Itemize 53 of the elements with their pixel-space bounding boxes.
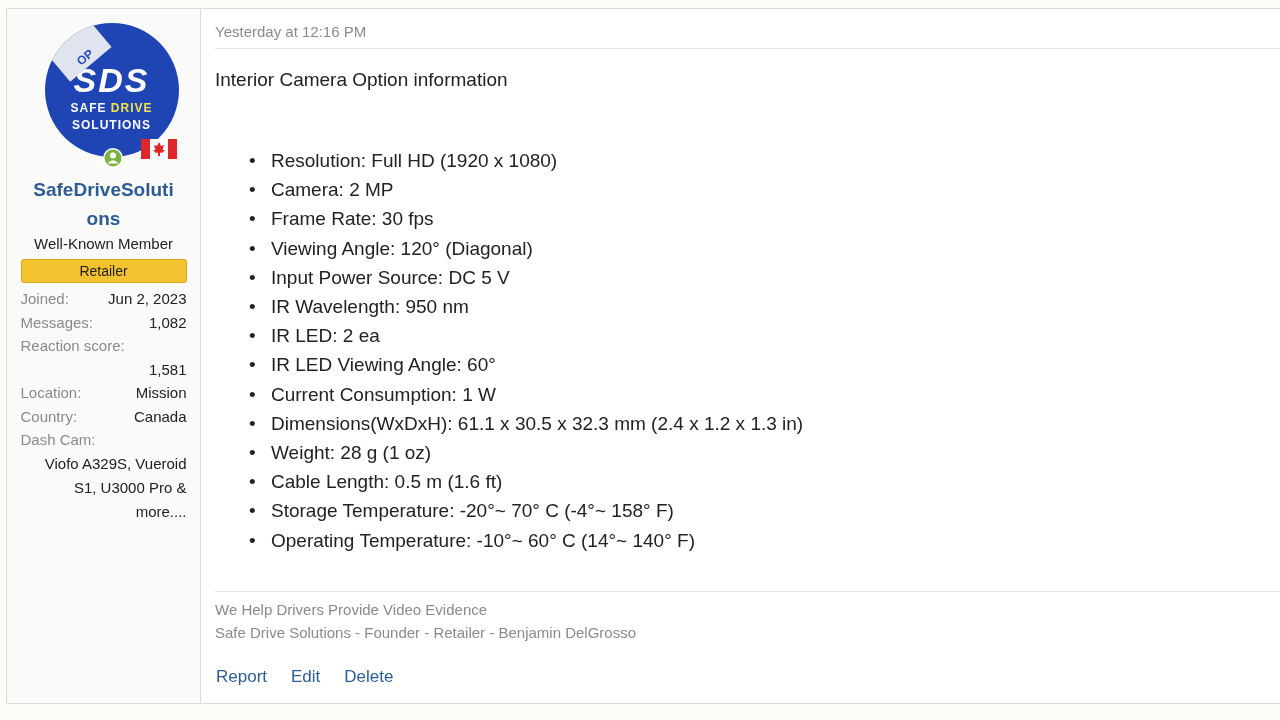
- action-link[interactable]: Delete: [340, 664, 398, 689]
- stat-label: Country:: [20, 406, 78, 427]
- spec-item: Current Consumption: 1 W: [271, 382, 496, 407]
- spec-item: Resolution: Full HD (1920 x 1080): [271, 149, 558, 173]
- bullet: •: [249, 265, 257, 290]
- stat-value: 1,082: [148, 312, 187, 333]
- spec-item: IR LED: 2 ea: [271, 324, 380, 349]
- post-heading: Interior Camera Option information: [215, 69, 509, 91]
- bullet: •: [249, 382, 257, 407]
- spec-item: Input Power Source: DC 5 V: [271, 265, 510, 290]
- spec-item: Operating Temperature: -10°~ 60° C (14°~ 140° F): [271, 528, 695, 553]
- spec-item: Frame Rate: 30 fps: [271, 207, 434, 232]
- logo-text: SAFE DRIVE: [70, 99, 153, 117]
- stat-label: Messages:: [20, 312, 94, 333]
- spec-item: IR Wavelength: 950 nm: [271, 295, 469, 319]
- stat-value: Canada: [133, 406, 187, 427]
- spec-item: Weight: 28 g (1 oz): [271, 441, 432, 466]
- bullet: •: [249, 149, 257, 173]
- spec-item: Camera: 2 MP: [271, 178, 394, 203]
- stat-value: Jun 2, 2023: [108, 289, 187, 309]
- stat-value: Mission: [135, 383, 187, 403]
- bullet: •: [249, 178, 257, 203]
- user-banner: Retailer: [20, 259, 187, 283]
- spec-item: IR LED Viewing Angle: 60°: [271, 353, 496, 378]
- flag-icon: [140, 139, 177, 159]
- bullet: •: [249, 236, 257, 261]
- stat-value: Viofo A329S, Vueroid S1, U3000 Pro & more....: [43, 453, 187, 522]
- bullet: •: [249, 295, 257, 319]
- stat-label: Joined:: [20, 289, 69, 309]
- action-link[interactable]: Edit: [287, 664, 325, 689]
- stat-label: Location:: [20, 383, 82, 403]
- username-link[interactable]: SafeDriveSolutions: [27, 175, 180, 233]
- bullet: •: [249, 470, 257, 495]
- post-date[interactable]: Yesterday at 12:16 PM: [215, 9, 1280, 49]
- signature-line: We Help Drivers Provide Video Evidence: [215, 599, 489, 620]
- action-link[interactable]: Report: [212, 664, 272, 689]
- stat-value: 1,581: [147, 359, 187, 380]
- spec-item: Viewing Angle: 120° (Diagonal): [271, 236, 533, 261]
- bullet: •: [249, 411, 257, 436]
- spec-item: Dimensions(WxDxH): 61.1 x 30.5 x 32.3 mm (2.4 x 1.2 x 1.3 in): [271, 411, 804, 436]
- bullet: •: [249, 441, 257, 466]
- bullet: •: [249, 528, 257, 553]
- bullet: •: [249, 499, 257, 524]
- logo-text: SOLUTIONS: [72, 116, 151, 134]
- bullet: •: [249, 353, 257, 378]
- spec-item: Storage Temperature: -20°~ 70° C (-4°~ 158° F): [271, 499, 674, 524]
- user-title: Well-Known Member: [34, 235, 173, 252]
- stat-label: Dash Cam:: [20, 431, 96, 448]
- spec-item: Cable Length: 0.5 m (1.6 ft): [271, 470, 503, 495]
- bullet: •: [249, 324, 257, 349]
- bullet: •: [249, 207, 257, 232]
- stat-label: Reaction score:: [20, 337, 125, 354]
- signature-line: Safe Drive Solutions - Founder - Retailer - Benjamin DelGrosso: [215, 623, 637, 644]
